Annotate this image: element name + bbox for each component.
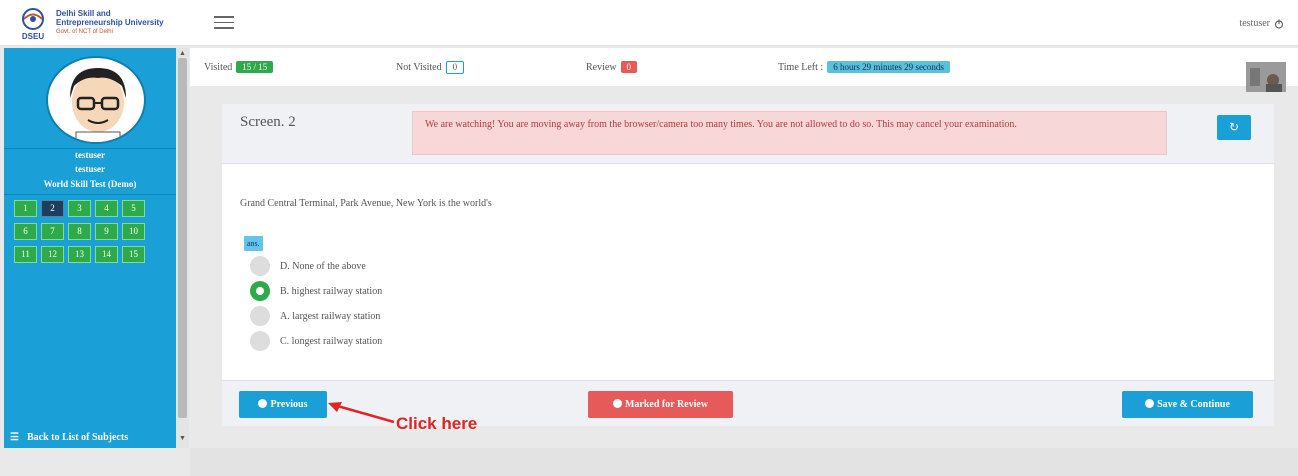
refresh-button[interactable]: ↻ [1217, 115, 1251, 140]
university-logo: DSEU [22, 8, 44, 41]
save-continue-label: Save & Continue [1157, 399, 1230, 410]
option-d-label: D. None of the above [280, 260, 366, 272]
question-nav-2[interactable]: 2 [41, 200, 64, 217]
sidebar-test-name: World Skill Test (Demo) [43, 179, 137, 189]
refresh-icon: ↻ [1228, 120, 1240, 134]
avatar [46, 56, 146, 144]
time-left-badge: 6 hours 29 minutes 29 seconds [827, 61, 950, 73]
time-left-status: Time Left : 6 hours 29 minutes 29 second… [778, 61, 950, 73]
question-nav-5[interactable]: 5 [122, 200, 145, 217]
question-nav-10[interactable]: 10 [122, 223, 145, 240]
question-nav-6[interactable]: 6 [14, 223, 37, 240]
visited-label: Visited [204, 61, 233, 73]
review-status: Review 0 [586, 61, 638, 73]
webcam-image [1246, 62, 1286, 92]
option-d-radio[interactable] [250, 256, 270, 276]
user-avatar-icon [70, 68, 126, 142]
list-icon: ☰ [10, 432, 19, 443]
top-bar: DSEU Delhi Skill and Entrepreneurship Un… [0, 0, 1298, 46]
university-name-line1: Delhi Skill and [56, 9, 111, 18]
option-c-radio[interactable] [250, 331, 270, 351]
webcam-preview [1246, 62, 1286, 92]
question-nav-3[interactable]: 3 [68, 200, 91, 217]
status-bar: Visited 15 / 15 Not Visited 0 Review 0 T… [190, 48, 1298, 92]
option-a-radio[interactable] [250, 306, 270, 326]
review-label: Review [586, 61, 617, 73]
question-nav-13[interactable]: 13 [68, 246, 91, 263]
option-a-label: A. largest railway station [280, 310, 381, 322]
not-visited-status: Not Visited 0 [396, 61, 465, 74]
question-nav-7[interactable]: 7 [41, 223, 64, 240]
previous-button[interactable]: Previous [239, 391, 327, 418]
back-to-subjects-link[interactable]: ☰ Back to List of Subjects [10, 432, 128, 443]
option-b-radio[interactable] [250, 281, 270, 301]
question-nav-12[interactable]: 12 [41, 246, 64, 263]
sidebar-user-id: testuser [75, 164, 105, 174]
question-nav-9[interactable]: 9 [95, 223, 118, 240]
scroll-down-icon[interactable]: ▼ [179, 434, 186, 442]
mark-for-review-button[interactable]: Marked for Review [588, 391, 733, 418]
svg-text:DSEU: DSEU [22, 32, 44, 41]
question-grid: 1 2 3 4 56 7 8 9 1011 12 13 14 15 [14, 200, 164, 269]
option-b-label: B. highest railway station [280, 285, 383, 297]
university-name-line2: Entrepreneurship University [56, 18, 164, 27]
option-a[interactable]: A. largest railway station [250, 306, 380, 326]
previous-icon [258, 399, 268, 408]
time-left-label: Time Left : [778, 61, 824, 73]
question-nav-8[interactable]: 8 [68, 223, 91, 240]
username-label: testuser [1239, 18, 1270, 29]
option-c-label: C. longest railway station [280, 335, 383, 347]
review-badge: 0 [620, 61, 638, 73]
question-nav-15[interactable]: 15 [122, 246, 145, 263]
menu-toggle-icon[interactable] [214, 16, 234, 30]
warning-alert: We are watching! You are moving away fro… [412, 111, 1167, 155]
not-visited-badge: 0 [445, 61, 465, 74]
visited-status: Visited 15 / 15 [204, 61, 274, 73]
sidebar-user-name: testuser [75, 150, 105, 160]
visited-badge: 15 / 15 [236, 61, 274, 73]
question-nav-11[interactable]: 11 [14, 246, 37, 263]
sidebar-scrollbar[interactable]: ▲ ▼ [176, 48, 189, 448]
click-here-annotation: Click here [396, 414, 478, 433]
scrollbar-thumb[interactable] [178, 58, 187, 418]
question-nav-14[interactable]: 14 [95, 246, 118, 263]
mark-for-review-label: Marked for Review [624, 399, 709, 410]
university-name: Delhi Skill and Entrepreneurship Univers… [56, 9, 164, 37]
power-icon [1274, 19, 1284, 29]
answer-tag: ans. [244, 236, 263, 251]
question-text: Grand Central Terminal, Park Avenue, New… [240, 198, 492, 209]
card-header: Screen. 2 We are watching! You are movin… [222, 104, 1274, 164]
question-nav-1[interactable]: 1 [14, 200, 37, 217]
university-tagline: Govt. of NCT of Delhi [56, 29, 113, 35]
eye-icon [612, 399, 622, 408]
user-menu[interactable]: testuser [1239, 18, 1284, 29]
option-c[interactable]: C. longest railway station [250, 331, 382, 351]
previous-label: Previous [270, 399, 308, 410]
info-icon [1145, 399, 1155, 408]
option-d[interactable]: D. None of the above [250, 256, 366, 276]
question-card: Screen. 2 We are watching! You are movin… [222, 104, 1274, 426]
option-b[interactable]: B. highest railway station [250, 281, 382, 301]
back-to-subjects-label: Back to List of Subjects [26, 432, 129, 443]
save-continue-button[interactable]: Save & Continue [1122, 391, 1253, 418]
question-nav-4[interactable]: 4 [95, 200, 118, 217]
not-visited-label: Not Visited [396, 62, 442, 73]
screen-title: Screen. 2 [240, 114, 296, 130]
scroll-up-icon[interactable]: ▲ [179, 49, 186, 57]
bottom-strip [190, 448, 1298, 476]
annotation-arrow-icon [328, 402, 395, 424]
sidebar: testuser testuser World Skill Test (Demo… [4, 48, 176, 448]
